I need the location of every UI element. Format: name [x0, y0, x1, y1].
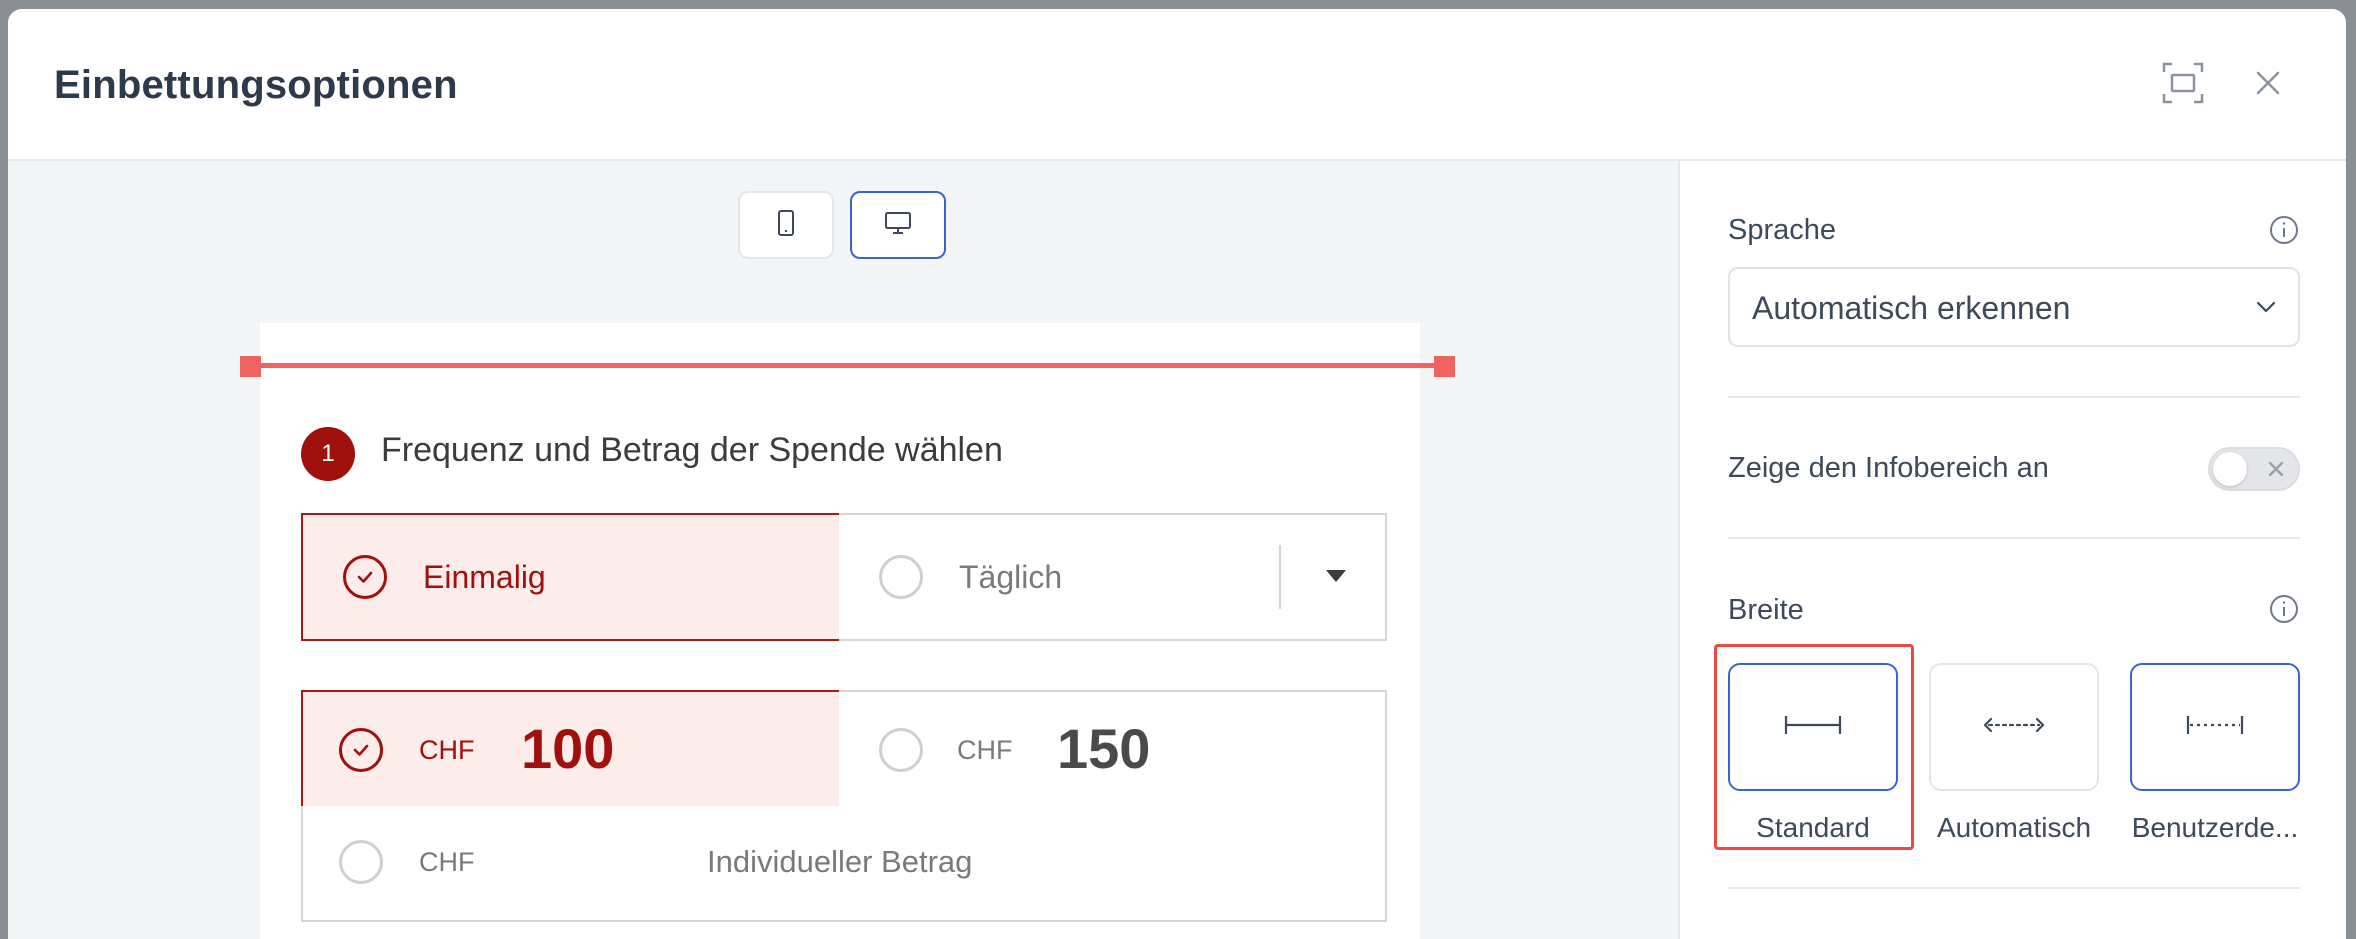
- desktop-icon: [883, 208, 913, 243]
- chevron-down-icon: [2252, 293, 2280, 321]
- amount-option-150[interactable]: CHF 150: [839, 690, 1387, 808]
- close-icon: [2266, 459, 2286, 479]
- currency-label: CHF: [957, 735, 1013, 765]
- divider: [1728, 396, 2300, 398]
- toggle-knob: [2213, 452, 2247, 486]
- custom-amount-placeholder[interactable]: Individueller Betrag: [707, 844, 972, 880]
- frequency-option-taeglich[interactable]: Täglich: [839, 513, 1387, 641]
- currency-label: CHF: [419, 847, 475, 877]
- radio-circle-icon: [339, 840, 383, 884]
- language-select-value: Automatisch erkennen: [1752, 290, 2071, 326]
- width-option-caption: Benutzerde...: [2131, 812, 2299, 843]
- modal-title: Einbettungsoptionen: [54, 63, 458, 107]
- mobile-view-button[interactable]: [738, 191, 834, 259]
- selection-highlight: [1714, 644, 1914, 850]
- width-option-automatic[interactable]: [1929, 663, 2099, 791]
- amount-value: 100: [521, 717, 615, 780]
- amount-value: 150: [1057, 717, 1151, 780]
- step-number-badge: 1: [301, 427, 355, 481]
- desktop-view-button[interactable]: [850, 191, 946, 259]
- frequency-option-einmalig[interactable]: Einmalig: [301, 513, 841, 641]
- frequency-label: Täglich: [959, 559, 1063, 595]
- width-option-caption: Automatisch: [1936, 812, 2092, 843]
- mobile-icon: [771, 208, 801, 243]
- fullscreen-icon[interactable]: [2160, 60, 2206, 106]
- radio-circle-icon: [879, 728, 923, 772]
- radio-circle-icon: [879, 555, 923, 599]
- info-icon[interactable]: [2268, 214, 2300, 246]
- modal-header: Einbettungsoptionen: [8, 9, 2346, 161]
- preview-area: 1 Frequenz und Betrag der Spende wählen …: [8, 161, 1680, 939]
- amount-option-100[interactable]: CHF 100: [301, 690, 841, 808]
- divider: [1728, 537, 2300, 539]
- language-select[interactable]: Automatisch erkennen: [1728, 267, 2300, 347]
- check-circle-icon: [343, 555, 387, 599]
- custom-width-icon: [2180, 710, 2250, 745]
- width-indicator-line: [250, 363, 1443, 368]
- info-area-toggle[interactable]: [2208, 447, 2300, 491]
- width-label: Breite: [1728, 594, 1804, 626]
- close-icon[interactable]: [2248, 63, 2288, 103]
- frequency-label: Einmalig: [423, 559, 546, 595]
- custom-amount-option[interactable]: CHF Individueller Betrag: [301, 806, 1387, 922]
- dropdown-divider: [1279, 545, 1281, 609]
- info-area-label: Zeige den Infobereich an: [1728, 452, 2049, 484]
- step-title: Frequenz und Betrag der Spende wählen: [381, 431, 1003, 469]
- width-option-custom[interactable]: [2130, 663, 2300, 791]
- width-handle-left[interactable]: [240, 356, 261, 377]
- currency-label: CHF: [419, 735, 475, 765]
- info-icon[interactable]: [2268, 593, 2300, 625]
- check-circle-icon: [339, 728, 383, 772]
- divider: [1728, 887, 2300, 889]
- language-label: Sprache: [1728, 214, 1837, 246]
- auto-width-icon: [1979, 710, 2049, 745]
- width-handle-right[interactable]: [1434, 356, 1455, 377]
- caret-down-icon[interactable]: [1325, 569, 1347, 583]
